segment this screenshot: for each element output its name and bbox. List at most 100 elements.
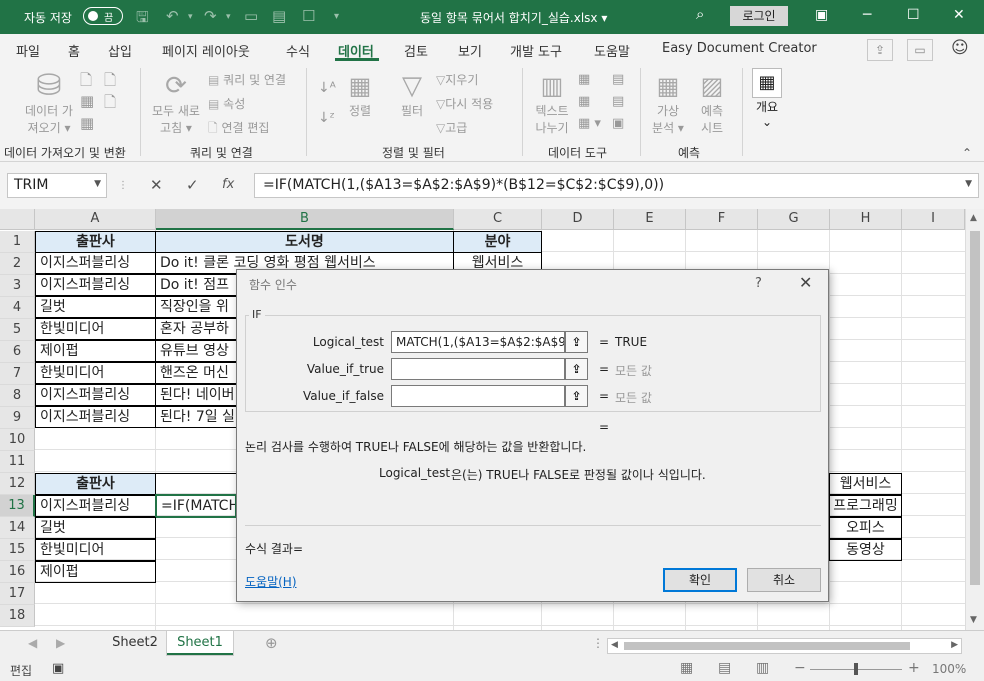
search-icon[interactable]: ⌕ xyxy=(696,5,704,23)
collapse-dialog-icon[interactable]: ⇪ xyxy=(565,358,588,380)
maximize-icon[interactable]: ☐ xyxy=(907,7,920,23)
text-to-columns-button[interactable]: ▥ 텍스트 나누기 xyxy=(530,70,574,136)
comments-icon[interactable]: ▭ xyxy=(907,39,933,61)
cancel-entry-icon[interactable]: ✕ xyxy=(150,176,163,194)
minimize-icon[interactable]: ─ xyxy=(863,7,871,23)
cell-a13[interactable]: 이지스퍼블리싱 xyxy=(35,495,156,517)
recent-sources-icon[interactable]: 🗋 xyxy=(104,92,116,117)
checkbox-icon[interactable]: ☐ xyxy=(302,7,315,25)
column-header-f[interactable]: F xyxy=(686,209,758,230)
redo-dropdown-icon[interactable]: ▾ xyxy=(226,12,231,22)
sort-button[interactable]: ▦ 정렬 xyxy=(342,70,378,119)
tab-file[interactable]: 파일 xyxy=(16,41,40,60)
cell-a14[interactable]: 길벗 xyxy=(35,517,156,539)
cell-a12[interactable]: 출판사 xyxy=(35,473,156,495)
row-header[interactable]: 15 xyxy=(0,539,35,561)
flash-fill-icon[interactable]: ▦ xyxy=(578,72,590,87)
page-break-view-icon[interactable]: ▥ xyxy=(756,660,769,676)
collapse-dialog-icon[interactable]: ⇪ xyxy=(565,331,588,353)
ok-button[interactable]: 확인 xyxy=(663,568,737,592)
row-header[interactable]: 5 xyxy=(0,319,35,341)
select-all-corner[interactable] xyxy=(0,209,35,230)
autosave-toggle[interactable]: 끔 xyxy=(83,7,123,25)
scroll-left-icon[interactable]: ◀ xyxy=(611,640,618,650)
cell-h15[interactable]: 동영상 xyxy=(829,539,902,561)
consolidate-icon[interactable]: ▤ xyxy=(612,72,624,87)
insert-function-icon[interactable]: fx xyxy=(222,177,234,192)
remove-duplicates-icon[interactable]: ▦ xyxy=(578,94,590,109)
from-table-icon[interactable]: ▦ xyxy=(80,92,94,110)
scroll-down-icon[interactable]: ▼ xyxy=(970,615,977,625)
cancel-button[interactable]: 취소 xyxy=(747,568,821,592)
tab-formulas[interactable]: 수식 xyxy=(286,41,310,60)
zoom-out-icon[interactable]: − xyxy=(794,660,806,676)
table-icon[interactable]: ▤ xyxy=(272,7,286,25)
tab-home[interactable]: 홈 xyxy=(68,41,80,60)
scroll-up-icon[interactable]: ▲ xyxy=(970,213,977,223)
vertical-scroll-thumb[interactable] xyxy=(970,231,980,585)
row-header[interactable]: 3 xyxy=(0,275,35,297)
help-link[interactable]: 도움말(H) xyxy=(245,573,297,590)
expand-formula-icon[interactable]: ▼ xyxy=(965,179,972,189)
scroll-right-icon[interactable]: ▶ xyxy=(951,640,958,650)
enter-icon[interactable]: ✓ xyxy=(186,176,199,194)
prev-sheet-icon[interactable]: ◀ xyxy=(28,636,37,650)
add-sheet-icon[interactable]: ⊕ xyxy=(265,634,278,652)
page-layout-view-icon[interactable]: ▤ xyxy=(718,660,731,676)
login-button[interactable]: 로그인 xyxy=(730,6,788,26)
name-box-dropdown-icon[interactable]: ▼ xyxy=(94,179,101,189)
column-header-g[interactable]: G xyxy=(758,209,830,230)
value-if-false-input[interactable] xyxy=(391,385,565,407)
advanced-button[interactable]: ▽고급 xyxy=(436,119,467,136)
save-icon[interactable]: 🖫 xyxy=(136,7,149,32)
row-header[interactable]: 7 xyxy=(0,363,35,385)
cell-a4[interactable]: 길벗 xyxy=(35,296,156,318)
what-if-analysis-button[interactable]: ▦ 가상 분석 ▾ xyxy=(648,70,688,136)
undo-icon[interactable]: ↶ xyxy=(166,7,179,25)
value-if-true-input[interactable] xyxy=(391,358,565,380)
cell-c1[interactable]: 분야 xyxy=(453,231,542,253)
normal-view-icon[interactable]: ▦ xyxy=(680,660,693,676)
tab-view[interactable]: 보기 xyxy=(458,41,482,60)
row-header[interactable]: 13 xyxy=(0,495,35,517)
row-header[interactable]: 12 xyxy=(0,473,35,495)
formula-input[interactable]: =IF(MATCH(1,($A13=$A$2:$A$9)*(B$12=$C$2:… xyxy=(254,173,979,198)
column-header-h[interactable]: H xyxy=(830,209,902,230)
tab-review[interactable]: 검토 xyxy=(404,41,428,60)
row-header[interactable]: 2 xyxy=(0,253,35,275)
row-header[interactable]: 1 xyxy=(0,231,35,253)
cell-a5[interactable]: 한빛미디어 xyxy=(35,318,156,340)
close-window-icon[interactable]: ✕ xyxy=(953,7,965,23)
cell-a8[interactable]: 이지스퍼블리싱 xyxy=(35,384,156,406)
column-header-a[interactable]: A xyxy=(35,209,156,230)
filter-button[interactable]: ▽ 필터 xyxy=(392,70,432,119)
cell-h12[interactable]: 웹서비스 xyxy=(829,473,902,495)
undo-dropdown-icon[interactable]: ▾ xyxy=(188,12,193,22)
collapse-dialog-icon[interactable]: ⇪ xyxy=(565,385,588,407)
cell-a2[interactable]: 이지스퍼블리싱 xyxy=(35,252,156,274)
outline-button[interactable]: ▦ 개요 ⌄ xyxy=(748,68,786,129)
cell-b1[interactable]: 도서명 xyxy=(155,231,454,253)
logical-test-input[interactable]: MATCH(1,($A13=$A$2:$A$9)* xyxy=(391,331,565,353)
name-box[interactable]: TRIM ▼ xyxy=(7,173,107,198)
tab-insert[interactable]: 삽입 xyxy=(108,41,132,60)
edit-links-button[interactable]: 🗋 연결 편집 xyxy=(208,119,269,140)
column-header-c[interactable]: C xyxy=(454,209,542,230)
column-header-i[interactable]: I xyxy=(902,209,965,230)
row-header[interactable]: 10 xyxy=(0,429,35,451)
collapse-ribbon-icon[interactable]: ⌃ xyxy=(962,146,972,160)
sort-descending-icon[interactable]: ↓ᶻ xyxy=(318,110,335,126)
data-model-icon[interactable]: ▣ xyxy=(612,116,624,131)
column-header-e[interactable]: E xyxy=(614,209,686,230)
cell-b13-active[interactable]: =IF(MATCH xyxy=(155,494,237,518)
row-header[interactable]: 11 xyxy=(0,451,35,473)
feedback-smiley-icon[interactable]: ☺ xyxy=(951,38,969,58)
cell-h14[interactable]: 오피스 xyxy=(829,517,902,539)
zoom-slider-thumb[interactable] xyxy=(854,663,858,675)
cell-h13[interactable]: 프로그래밍 xyxy=(829,495,902,517)
tab-splitter-icon[interactable]: ⋮ xyxy=(592,636,604,650)
dialog-close-icon[interactable]: ✕ xyxy=(799,273,812,292)
row-header[interactable]: 4 xyxy=(0,297,35,319)
properties-button[interactable]: ▤ 속성 xyxy=(208,95,245,112)
cell-a7[interactable]: 한빛미디어 xyxy=(35,362,156,384)
